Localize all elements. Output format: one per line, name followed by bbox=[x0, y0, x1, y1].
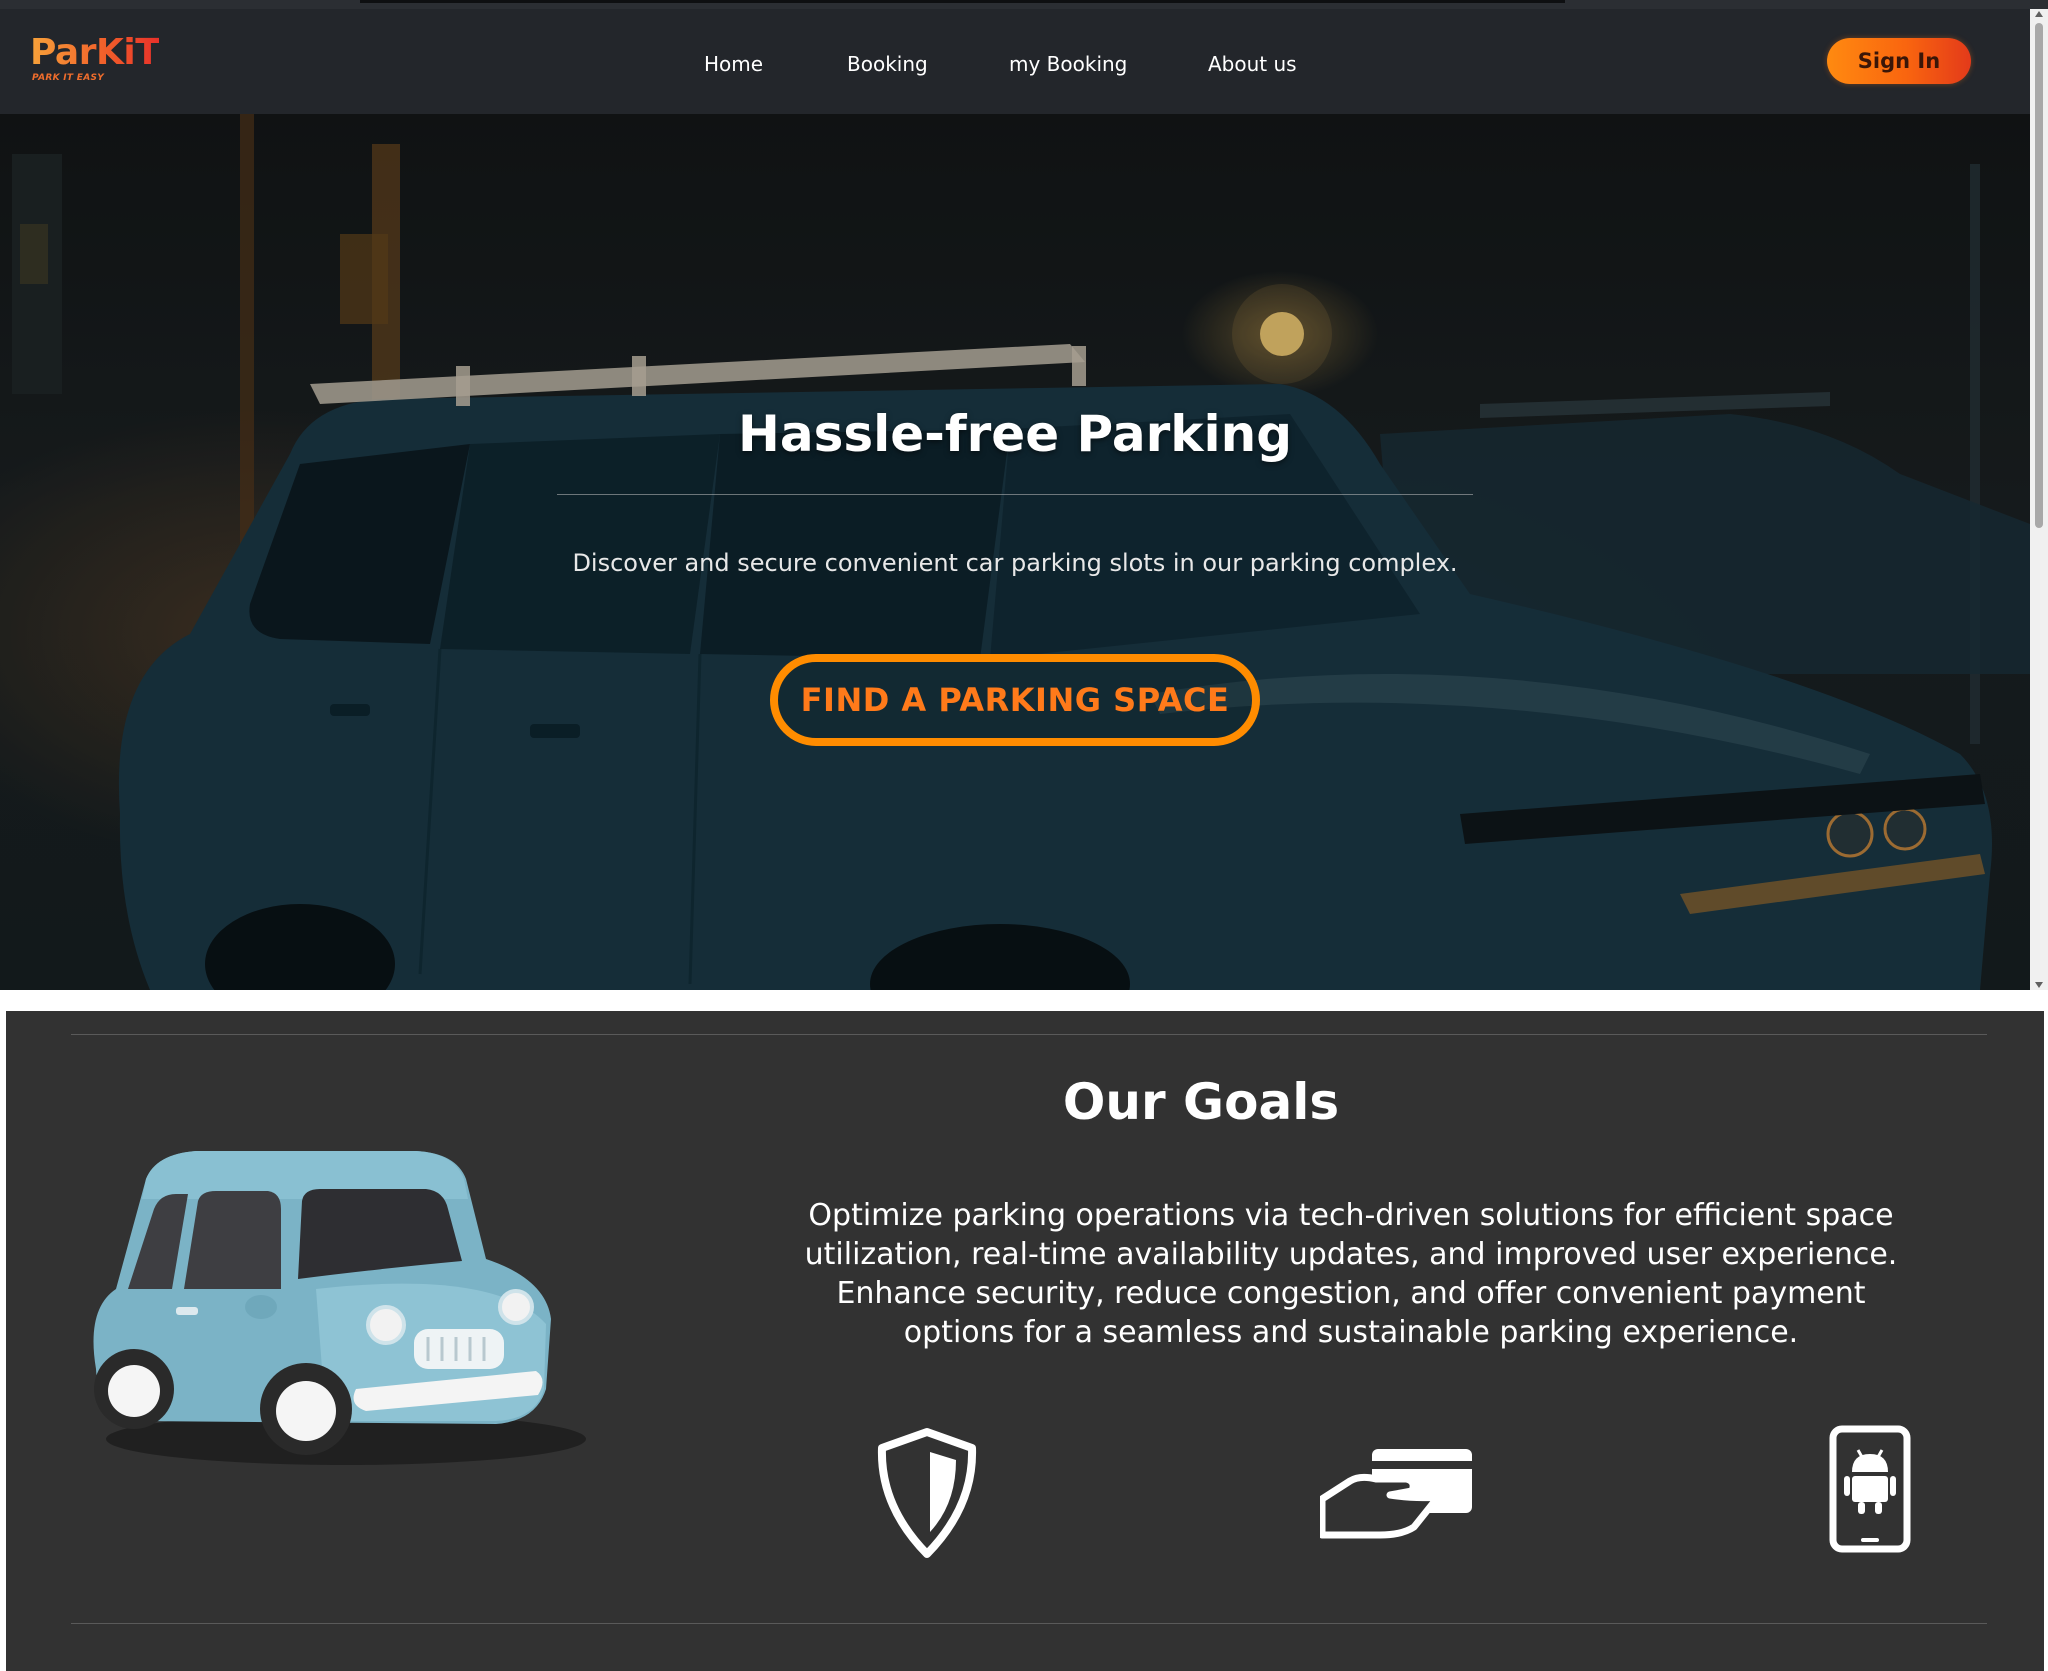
page-scrollbar[interactable] bbox=[2030, 9, 2048, 990]
scrollbar-thumb[interactable] bbox=[2035, 23, 2043, 528]
section-divider-top bbox=[71, 1034, 1987, 1035]
nav-about-us[interactable]: About us bbox=[1208, 49, 1297, 79]
nav-links: Home Booking my Booking About us bbox=[0, 49, 2030, 79]
browser-tab-edge bbox=[360, 0, 1565, 3]
landing-page-screenshot: ParKiT PARK IT EASY Home Booking my Book… bbox=[0, 0, 2048, 990]
nav-home[interactable]: Home bbox=[704, 49, 763, 79]
scroll-down-arrow-icon[interactable] bbox=[2035, 982, 2043, 988]
car-door-handle bbox=[176, 1307, 198, 1315]
payment-card-icon bbox=[1320, 1449, 1472, 1539]
find-parking-button[interactable]: FIND A PARKING SPACE bbox=[770, 654, 1260, 746]
browser-top-strip bbox=[0, 0, 2048, 9]
scroll-up-arrow-icon[interactable] bbox=[2035, 11, 2043, 17]
goals-title: Our Goals bbox=[1062, 1073, 1340, 1131]
car-hubcap bbox=[276, 1381, 336, 1441]
car-window bbox=[184, 1191, 281, 1289]
navbar: ParKiT PARK IT EASY Home Booking my Book… bbox=[0, 9, 2030, 114]
car-hubcap bbox=[108, 1365, 160, 1417]
hero-title: Hassle-free Parking bbox=[737, 405, 1293, 463]
car-headlight bbox=[366, 1305, 406, 1345]
car-illustration bbox=[93, 1151, 586, 1465]
sign-in-button[interactable]: Sign In bbox=[1827, 38, 1971, 84]
android-phone-icon bbox=[1829, 1425, 1911, 1553]
goals-description: Optimize parking operations via tech-dri… bbox=[804, 1198, 1898, 1350]
hero-subtitle: Discover and secure convenient car parki… bbox=[572, 549, 1458, 577]
nav-booking[interactable]: Booking bbox=[847, 49, 928, 79]
goals-section-screenshot: Our Goals Optimize parking operations vi… bbox=[6, 1011, 2044, 1671]
car-headlight bbox=[498, 1289, 534, 1325]
shield-icon bbox=[877, 1428, 977, 1558]
nav-my-booking[interactable]: my Booking bbox=[1009, 49, 1127, 79]
car-mirror bbox=[245, 1295, 277, 1319]
hero-section: Hassle-free Parking Discover and secure … bbox=[0, 114, 2030, 990]
hero-divider bbox=[557, 494, 1473, 495]
section-divider-bottom bbox=[71, 1623, 1987, 1624]
